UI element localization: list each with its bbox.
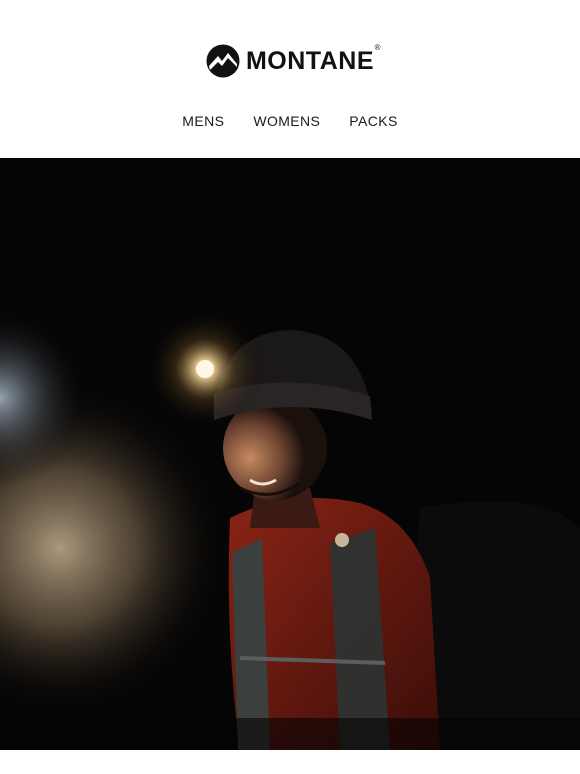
nav-link-packs[interactable]: PACKS xyxy=(349,113,397,129)
footer-spacer xyxy=(0,750,580,774)
montane-logo-icon xyxy=(206,44,240,78)
nav-link-womens[interactable]: WOMENS xyxy=(253,113,320,129)
brand-logo[interactable]: MONTANE ® xyxy=(0,42,580,78)
brand-wordmark: MONTANE ® xyxy=(245,42,382,75)
nav-link-mens[interactable]: MENS xyxy=(182,113,224,129)
hero-image[interactable] xyxy=(0,158,580,750)
main-nav: MENS WOMENS PACKS xyxy=(0,113,580,129)
email-header: MONTANE ® MENS WOMENS PACKS xyxy=(0,0,580,158)
hero-photo-illustration xyxy=(0,158,580,750)
